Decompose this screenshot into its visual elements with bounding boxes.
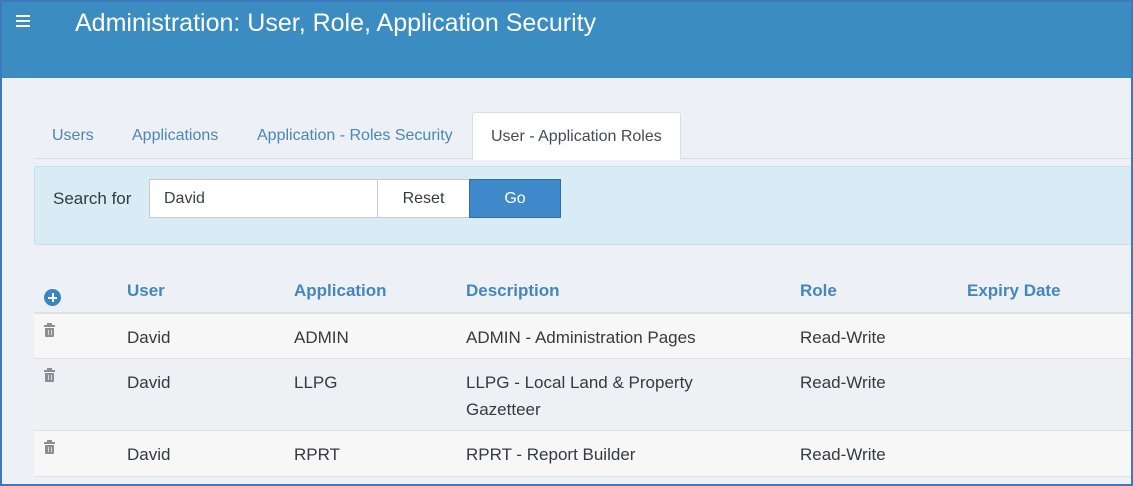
column-header-description[interactable]: Description bbox=[466, 281, 560, 301]
cell-role: Read-Write bbox=[800, 373, 886, 392]
column-header-application[interactable]: Application bbox=[294, 281, 387, 301]
reset-button[interactable]: Reset bbox=[377, 179, 470, 218]
column-header-expiry-date[interactable]: Expiry Date bbox=[967, 281, 1061, 301]
table-row: David RPRT RPRT - Report Builder Read-Wr… bbox=[34, 431, 1131, 477]
trash-icon[interactable] bbox=[44, 323, 55, 337]
cell-description: ADMIN - Administration Pages bbox=[466, 328, 696, 347]
hamburger-menu-icon[interactable] bbox=[16, 15, 30, 27]
cell-application: RPRT bbox=[294, 445, 340, 464]
user-roles-table: User Application Description Role Expiry… bbox=[34, 270, 1131, 477]
page-title: Administration: User, Role, Application … bbox=[75, 9, 597, 37]
column-header-role[interactable]: Role bbox=[800, 281, 837, 301]
cell-application: LLPG bbox=[294, 373, 338, 392]
tab-application-roles-security[interactable]: Application - Roles Security bbox=[239, 112, 471, 159]
cell-description: LLPG - Local Land & Property Gazetteer bbox=[466, 373, 693, 419]
app-window: Administration: User, Role, Application … bbox=[0, 0, 1133, 486]
page-header: Administration: User, Role, Application … bbox=[2, 2, 1131, 78]
trash-icon[interactable] bbox=[44, 368, 55, 382]
tab-applications[interactable]: Applications bbox=[114, 112, 236, 159]
table-header-row: User Application Description Role Expiry… bbox=[34, 270, 1131, 314]
cell-user: David bbox=[127, 445, 171, 464]
table-row: David ADMIN ADMIN - Administration Pages… bbox=[34, 314, 1131, 359]
tab-bar: Users Applications Application - Roles S… bbox=[34, 112, 1131, 160]
cell-user: David bbox=[127, 373, 171, 392]
cell-role: Read-Write bbox=[800, 445, 886, 464]
go-button[interactable]: Go bbox=[469, 179, 561, 218]
cell-user: David bbox=[127, 328, 171, 347]
search-panel: Search for Reset Go bbox=[34, 166, 1131, 245]
column-header-user[interactable]: User bbox=[127, 281, 165, 301]
trash-icon[interactable] bbox=[44, 440, 55, 454]
cell-description: RPRT - Report Builder bbox=[466, 445, 636, 464]
tab-users[interactable]: Users bbox=[34, 112, 112, 159]
search-label: Search for bbox=[53, 189, 132, 208]
cell-application: ADMIN bbox=[294, 328, 349, 347]
table-row: David LLPG LLPG - Local Land & Property … bbox=[34, 359, 1131, 431]
tab-user-application-roles[interactable]: User - Application Roles bbox=[472, 112, 681, 160]
cell-role: Read-Write bbox=[800, 328, 886, 347]
plus-circle-icon[interactable] bbox=[44, 289, 61, 306]
search-input[interactable] bbox=[149, 179, 378, 218]
